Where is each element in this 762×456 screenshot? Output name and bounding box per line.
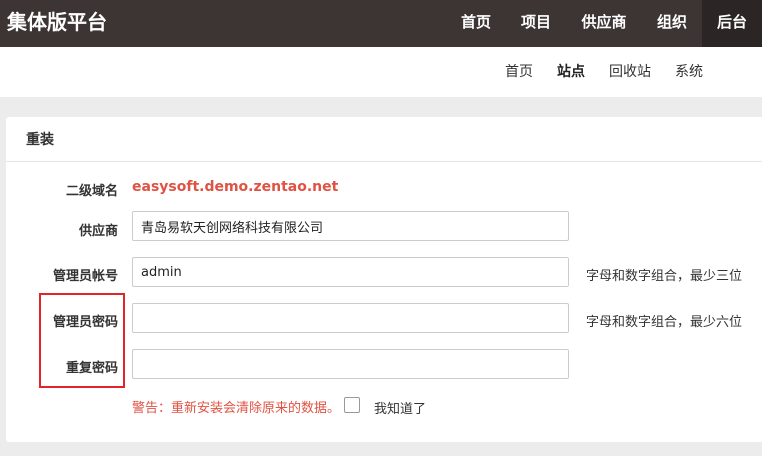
- account-label: 管理员帐号: [52, 269, 118, 284]
- company-input[interactable]: [132, 211, 569, 241]
- subnav-item-recycle[interactable]: 回收站: [609, 47, 651, 97]
- subnav-item-home[interactable]: 首页: [505, 47, 533, 97]
- subnav-item-site[interactable]: 站点: [557, 47, 585, 97]
- password-hint: 字母和数字组合，最少六位: [586, 315, 743, 330]
- topnav-item-admin[interactable]: 后台: [702, 0, 762, 47]
- domain-label: 二级域名: [65, 184, 118, 199]
- reinstall-warning: 警告：重新安装会清除原来的数据。: [132, 401, 341, 416]
- panel-divider: [6, 161, 762, 162]
- panel-title: 重装: [26, 132, 54, 148]
- reinstall-panel: 重装 二级域名 easysoft.demo.zentao.net 供应商 管理员…: [6, 117, 762, 442]
- sub-navbar: 首页 站点 回收站 系统: [0, 47, 762, 97]
- topnav-item-supplier[interactable]: 供应商: [566, 0, 642, 47]
- confirm-checkbox[interactable]: [344, 397, 360, 413]
- account-hint: 字母和数字组合，最少三位: [586, 269, 743, 284]
- topnav-item-project[interactable]: 项目: [506, 0, 566, 47]
- top-navbar: 集体版平台 首页 项目 供应商 组织 后台: [0, 0, 762, 47]
- password-input[interactable]: [132, 303, 569, 333]
- company-label: 供应商: [78, 224, 118, 239]
- confirm-label[interactable]: 我知道了: [374, 398, 426, 417]
- subnav-item-system[interactable]: 系统: [675, 47, 703, 97]
- password-label: 管理员密码: [52, 315, 118, 330]
- account-input[interactable]: [132, 257, 569, 287]
- app-brand: 集体版平台: [7, 10, 107, 34]
- password-repeat-input[interactable]: [132, 349, 569, 379]
- password-repeat-label: 重复密码: [65, 361, 118, 376]
- topnav-item-org[interactable]: 组织: [642, 0, 702, 47]
- domain-value: easysoft.demo.zentao.net: [132, 179, 339, 195]
- topnav-item-home[interactable]: 首页: [446, 0, 506, 47]
